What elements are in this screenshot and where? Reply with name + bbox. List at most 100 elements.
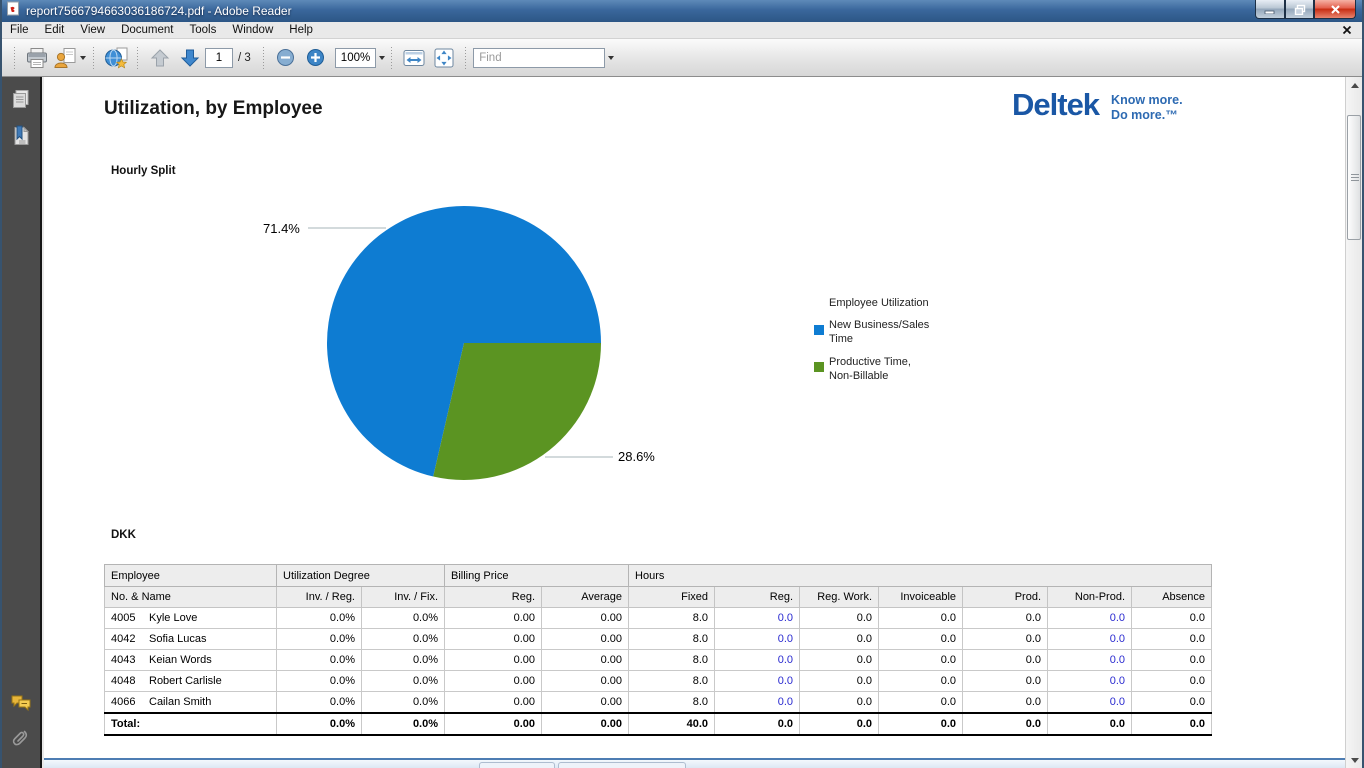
fit-page-icon bbox=[432, 47, 456, 69]
deltek-tagline: Know more. Do more.™ bbox=[1111, 93, 1183, 123]
value-cell: 8.0 bbox=[629, 692, 715, 714]
employee-cell: 4066Cailan Smith bbox=[105, 692, 277, 714]
value-cell: 0.00 bbox=[445, 650, 542, 671]
value-cell: 0.0% bbox=[362, 629, 445, 650]
close-button[interactable] bbox=[1314, 0, 1356, 19]
find-input[interactable] bbox=[473, 48, 605, 68]
menu-file[interactable]: File bbox=[2, 23, 37, 37]
bookmarks-panel-button[interactable] bbox=[8, 123, 34, 149]
group-header: Billing Price bbox=[445, 565, 629, 587]
close-document-button[interactable] bbox=[1342, 25, 1352, 38]
currency-label: DKK bbox=[111, 529, 136, 541]
legend-label-line: Productive Time, bbox=[829, 355, 911, 369]
collaborate-live-button[interactable] bbox=[102, 44, 130, 72]
menu-document[interactable]: Document bbox=[113, 23, 181, 37]
zoom-dropdown-caret[interactable] bbox=[379, 56, 385, 60]
column-header: No. & Name bbox=[105, 587, 277, 608]
vertical-scrollbar[interactable] bbox=[1345, 77, 1362, 768]
value-cell: 0.0 bbox=[963, 692, 1048, 714]
next-page-button[interactable] bbox=[176, 44, 204, 72]
zoom-level-value: 100% bbox=[341, 52, 370, 64]
column-header: Prod. bbox=[963, 587, 1048, 608]
value-cell: 0.0 bbox=[1132, 608, 1212, 629]
value-cell: 0.0 bbox=[963, 608, 1048, 629]
partial-ui-button[interactable] bbox=[479, 762, 555, 768]
partial-ui-button[interactable] bbox=[558, 762, 686, 768]
toolbar-grip[interactable] bbox=[13, 46, 17, 70]
value-link-cell[interactable]: 0.0 bbox=[1048, 650, 1132, 671]
fit-page-button[interactable] bbox=[430, 44, 458, 72]
total-value-cell: 40.0 bbox=[629, 713, 715, 735]
menu-tools[interactable]: Tools bbox=[182, 23, 225, 37]
toolbar-grip[interactable] bbox=[262, 46, 266, 70]
toolbar-grip[interactable] bbox=[136, 46, 140, 70]
menu-help[interactable]: Help bbox=[281, 23, 321, 37]
scrollbar-grip bbox=[1351, 174, 1359, 181]
collaborate-button[interactable] bbox=[53, 44, 86, 72]
legend-label-line: Time bbox=[829, 332, 929, 346]
pages-icon bbox=[11, 89, 31, 111]
table-total-row: Total:0.0%0.0%0.000.0040.00.00.00.00.00.… bbox=[105, 713, 1212, 735]
pages-panel-button[interactable] bbox=[8, 87, 34, 113]
navigation-panel-bottom bbox=[2, 680, 40, 760]
zoom-out-button[interactable] bbox=[272, 44, 300, 72]
legend-label-line: Non-Billable bbox=[829, 369, 911, 383]
close-icon bbox=[1330, 4, 1341, 15]
value-cell: 0.0% bbox=[277, 608, 362, 629]
employee-number: 4005 bbox=[111, 612, 149, 624]
report-title: Utilization, by Employee bbox=[104, 98, 323, 120]
zoom-in-button[interactable] bbox=[302, 44, 330, 72]
total-value-cell: 0.0 bbox=[1048, 713, 1132, 735]
value-cell: 0.0% bbox=[362, 608, 445, 629]
total-label: Total: bbox=[105, 713, 277, 735]
value-link-cell[interactable]: 0.0 bbox=[715, 608, 800, 629]
fit-width-button[interactable] bbox=[400, 44, 428, 72]
value-link-cell[interactable]: 0.0 bbox=[715, 692, 800, 714]
deltek-logo: Deltek Know more. Do more.™ bbox=[1012, 87, 1183, 123]
value-cell: 0.0% bbox=[362, 692, 445, 714]
value-cell: 0.0% bbox=[277, 671, 362, 692]
employee-cell: 4048Robert Carlisle bbox=[105, 671, 277, 692]
previous-page-button[interactable] bbox=[146, 44, 174, 72]
minimize-button[interactable] bbox=[1255, 0, 1285, 19]
find-dropdown-caret[interactable] bbox=[608, 56, 614, 60]
collaborate-dropdown-caret bbox=[80, 56, 86, 60]
scroll-down-button[interactable] bbox=[1346, 752, 1363, 768]
attachments-panel-button[interactable] bbox=[8, 726, 34, 752]
value-cell: 8.0 bbox=[629, 629, 715, 650]
menu-view[interactable]: View bbox=[72, 23, 113, 37]
value-link-cell[interactable]: 0.0 bbox=[1048, 671, 1132, 692]
zoom-level-dropdown[interactable]: 100% bbox=[335, 48, 376, 68]
scroll-up-button[interactable] bbox=[1346, 77, 1363, 93]
print-button[interactable] bbox=[23, 44, 51, 72]
page-number-input[interactable] bbox=[205, 48, 233, 68]
toolbar-grip[interactable] bbox=[390, 46, 394, 70]
value-cell: 8.0 bbox=[629, 650, 715, 671]
zoom-in-icon bbox=[306, 48, 325, 67]
value-cell: 0.0 bbox=[963, 671, 1048, 692]
value-link-cell[interactable]: 0.0 bbox=[1048, 608, 1132, 629]
value-link-cell[interactable]: 0.0 bbox=[715, 671, 800, 692]
value-cell: 0.0% bbox=[277, 692, 362, 714]
value-cell: 0.0 bbox=[879, 608, 963, 629]
value-link-cell[interactable]: 0.0 bbox=[715, 650, 800, 671]
value-cell: 0.0 bbox=[879, 671, 963, 692]
comments-panel-button[interactable] bbox=[8, 690, 34, 716]
restore-button[interactable] bbox=[1285, 0, 1314, 19]
table-row: 4042Sofia Lucas0.0%0.0%0.000.008.00.00.0… bbox=[105, 629, 1212, 650]
tagline-line1: Know more. bbox=[1111, 93, 1183, 108]
value-link-cell[interactable]: 0.0 bbox=[1048, 629, 1132, 650]
value-link-cell[interactable]: 0.0 bbox=[715, 629, 800, 650]
value-cell: 0.0 bbox=[1132, 650, 1212, 671]
scrollbar-thumb[interactable] bbox=[1347, 115, 1361, 240]
pie-label-blue: 71.4% bbox=[263, 221, 300, 236]
main-toolbar: / 3 100% bbox=[2, 39, 1362, 77]
legend-title: Employee Utilization bbox=[829, 297, 929, 309]
toolbar-grip[interactable] bbox=[464, 46, 468, 70]
value-link-cell[interactable]: 0.0 bbox=[1048, 692, 1132, 714]
menu-window[interactable]: Window bbox=[224, 23, 281, 37]
menu-edit[interactable]: Edit bbox=[37, 23, 73, 37]
value-cell: 0.0 bbox=[879, 692, 963, 714]
value-cell: 0.00 bbox=[445, 671, 542, 692]
toolbar-grip[interactable] bbox=[92, 46, 96, 70]
